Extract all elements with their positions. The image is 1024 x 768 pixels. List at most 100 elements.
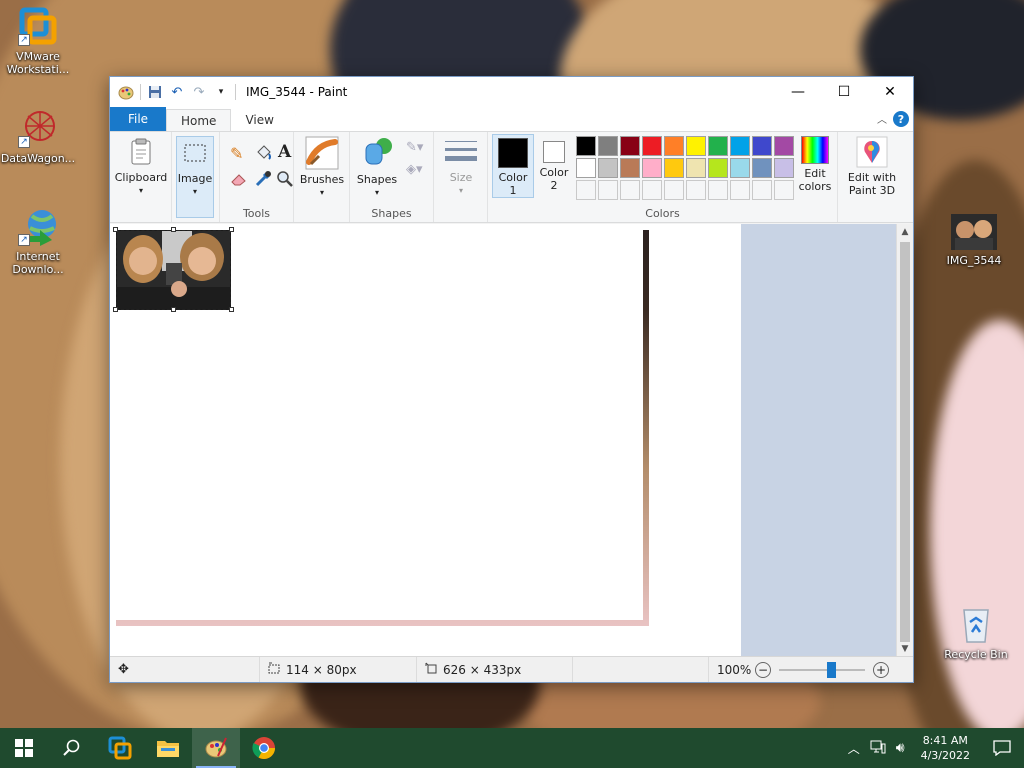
- tab-home[interactable]: Home: [166, 109, 232, 131]
- selection-handle[interactable]: [113, 227, 118, 232]
- custom-color-slot[interactable]: [642, 180, 662, 200]
- custom-color-slot[interactable]: [708, 180, 728, 200]
- color-2-button[interactable]: Color 2: [536, 134, 572, 198]
- desktop-icon-img-3544[interactable]: IMG_3544: [936, 214, 1012, 267]
- brushes-group: Brushes ▾: [294, 132, 350, 222]
- save-icon[interactable]: [147, 84, 163, 100]
- palette-swatch[interactable]: [598, 158, 618, 178]
- size-label: Size: [449, 171, 473, 184]
- tab-file[interactable]: File: [110, 107, 166, 131]
- palette-swatch[interactable]: [730, 158, 750, 178]
- tab-view[interactable]: View: [231, 109, 287, 131]
- close-button[interactable]: ✕: [867, 77, 913, 107]
- palette-swatch[interactable]: [620, 158, 640, 178]
- selection-handle[interactable]: [229, 307, 234, 312]
- shape-fill-icon[interactable]: ◈▾: [406, 162, 423, 177]
- color-1-button[interactable]: Color 1: [492, 134, 534, 198]
- palette-swatch[interactable]: [774, 136, 794, 156]
- palette-swatch[interactable]: [752, 158, 772, 178]
- paint-3d-label: Paint 3D: [848, 184, 896, 197]
- eraser-icon[interactable]: [230, 172, 248, 189]
- size-button[interactable]: Size ▾: [440, 138, 482, 197]
- zoom-out-button[interactable]: −: [755, 661, 771, 678]
- palette-swatch[interactable]: [664, 158, 684, 178]
- edit-with-paint-3d-button[interactable]: Edit with Paint 3D: [842, 136, 902, 197]
- pencil-icon[interactable]: ✎: [230, 144, 243, 163]
- clipboard-button[interactable]: Clipboard ▾: [114, 136, 168, 197]
- collapse-ribbon-icon[interactable]: ︿: [877, 111, 887, 126]
- start-button[interactable]: [0, 728, 48, 768]
- custom-color-slot[interactable]: [686, 180, 706, 200]
- help-button[interactable]: ?: [893, 111, 909, 127]
- selection-handle[interactable]: [229, 227, 234, 232]
- desktop-icon-internet-download[interactable]: ↗ Internet Downlo...: [0, 206, 76, 276]
- palette-swatch[interactable]: [664, 136, 684, 156]
- colors-group-label: Colors: [645, 207, 680, 220]
- network-icon[interactable]: [866, 740, 890, 757]
- palette-swatch[interactable]: [708, 136, 728, 156]
- custom-color-slot[interactable]: [752, 180, 772, 200]
- custom-color-slot[interactable]: [774, 180, 794, 200]
- custom-color-slot[interactable]: [598, 180, 618, 200]
- fill-bucket-icon[interactable]: [254, 144, 272, 165]
- palette-swatch[interactable]: [708, 158, 728, 178]
- brushes-button[interactable]: Brushes ▾: [296, 136, 348, 199]
- maximize-button[interactable]: ☐: [821, 77, 867, 107]
- palette-swatch[interactable]: [576, 136, 596, 156]
- scroll-down-icon[interactable]: ▼: [897, 644, 913, 654]
- taskbar-chrome-button[interactable]: [240, 728, 288, 768]
- custom-color-slot[interactable]: [664, 180, 684, 200]
- zoom-slider[interactable]: [779, 661, 865, 678]
- selection-handle[interactable]: [171, 227, 176, 232]
- color-picker-icon[interactable]: [254, 170, 272, 191]
- selection-box[interactable]: [116, 230, 231, 310]
- desktop-icon-datawagon[interactable]: ↗ DataWagon...: [0, 108, 76, 165]
- palette-swatch[interactable]: [752, 136, 772, 156]
- palette-swatch[interactable]: [730, 136, 750, 156]
- outline-icon[interactable]: ✎▾: [406, 140, 423, 155]
- palette-swatch[interactable]: [620, 136, 640, 156]
- custom-color-slot[interactable]: [730, 180, 750, 200]
- undo-icon[interactable]: ↶: [169, 84, 185, 100]
- redo-icon[interactable]: ↷: [191, 84, 207, 100]
- volume-icon[interactable]: 🔊︎: [890, 740, 911, 756]
- palette-swatch[interactable]: [686, 158, 706, 178]
- scrollbar-thumb[interactable]: [900, 242, 910, 642]
- magnifier-icon[interactable]: [276, 170, 294, 191]
- custom-color-slot[interactable]: [576, 180, 596, 200]
- selection-handle[interactable]: [113, 307, 118, 312]
- image-button[interactable]: Image ▾: [176, 136, 214, 218]
- taskbar-paint-button[interactable]: [192, 728, 240, 768]
- taskbar-vmware-button[interactable]: [96, 728, 144, 768]
- desktop-icon-recycle-bin[interactable]: Recycle Bin: [938, 604, 1014, 661]
- custom-color-slot[interactable]: [620, 180, 640, 200]
- scroll-up-icon[interactable]: ▲: [897, 227, 913, 237]
- color-1-number: 1: [509, 184, 517, 197]
- zoom-in-button[interactable]: +: [873, 661, 889, 678]
- palette-swatch[interactable]: [642, 158, 662, 178]
- taskbar-file-explorer-button[interactable]: [144, 728, 192, 768]
- palette-swatch[interactable]: [598, 136, 618, 156]
- minimize-button[interactable]: —: [775, 77, 821, 107]
- zoom-slider-thumb[interactable]: [827, 661, 836, 678]
- search-button[interactable]: [48, 728, 96, 768]
- notifications-icon[interactable]: [980, 740, 1024, 756]
- clock[interactable]: 8:41 AM 4/3/2022: [911, 733, 980, 763]
- desktop-icon-vmware[interactable]: ↗ VMware Workstati...: [0, 6, 76, 76]
- palette-swatch[interactable]: [686, 136, 706, 156]
- zoom-level-text: 100%: [717, 662, 752, 677]
- customize-qat-icon[interactable]: ▾: [213, 84, 229, 100]
- desktop-icon-label: Internet Downlo...: [12, 250, 64, 276]
- clock-date: 4/3/2022: [920, 749, 970, 762]
- show-hidden-icons-icon[interactable]: ︿: [842, 740, 866, 757]
- line-width-icon: [444, 138, 478, 168]
- selection-handle[interactable]: [171, 307, 176, 312]
- palette-swatch[interactable]: [642, 136, 662, 156]
- canvas-area[interactable]: [110, 224, 898, 657]
- text-icon[interactable]: A: [278, 142, 291, 162]
- edit-colors-button[interactable]: Edit colors: [794, 136, 836, 193]
- vertical-scrollbar[interactable]: ▲ ▼: [896, 224, 913, 657]
- palette-swatch[interactable]: [576, 158, 596, 178]
- shapes-button[interactable]: Shapes ▾: [354, 136, 400, 199]
- palette-swatch[interactable]: [774, 158, 794, 178]
